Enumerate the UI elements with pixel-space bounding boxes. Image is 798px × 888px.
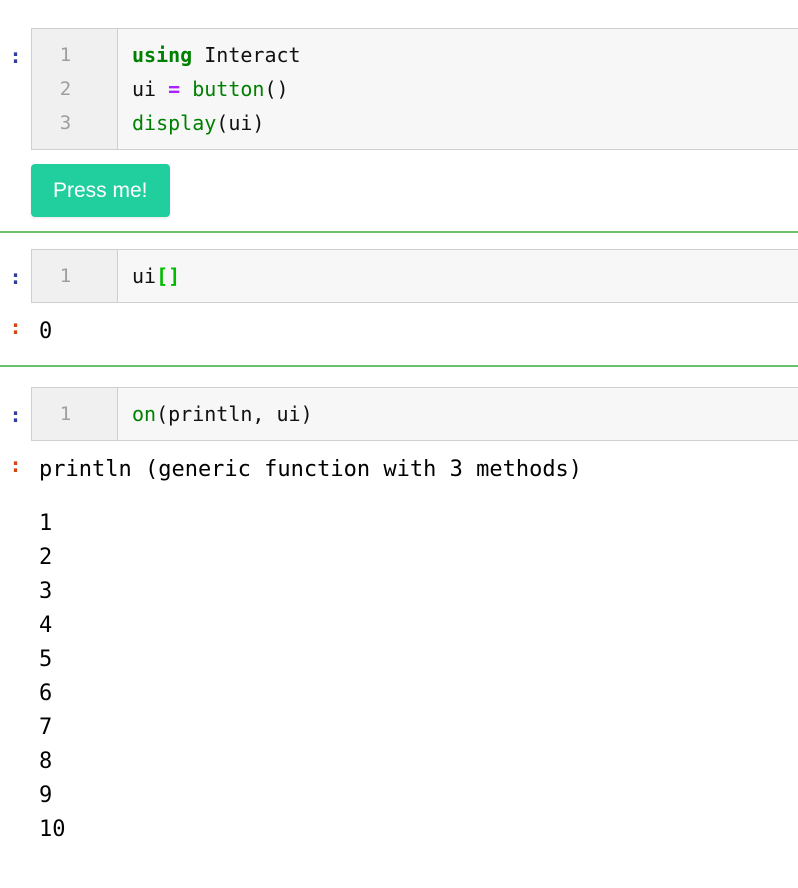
code-line: display(ui) (132, 106, 798, 140)
code-token-keyword: using (132, 43, 193, 67)
stream-line: 9 (39, 783, 53, 808)
line-number: 1 (59, 265, 72, 287)
notebook-cell-3: : 1 on(println, ui) : println (generic f… (0, 387, 798, 847)
code-token-plain: (println, ui) (156, 402, 313, 426)
stream-line: 5 (39, 647, 53, 672)
stream-line: 8 (39, 749, 53, 774)
top-spacer (0, 0, 798, 28)
cell-3-output-row: : println (generic function with 3 metho… (0, 453, 798, 487)
cell-3-line-number-gutter: 1 (32, 388, 118, 440)
cell-3-stream-row: 1 2 3 4 5 6 7 8 9 10 (0, 507, 798, 847)
cell-2-output-row: : 0 (0, 315, 798, 349)
line-number: 1 (59, 403, 72, 425)
cell-2-output-spacer (0, 303, 798, 315)
cell-3-output-spacer (0, 441, 798, 453)
cell-2-top-spacer (0, 233, 798, 249)
line-number: 1 (59, 44, 72, 66)
code-line: ui[] (132, 259, 798, 293)
code-token-operator: = (168, 77, 181, 101)
cell-1-input-row: : 1 2 3 using Interact ui = button() dis… (0, 28, 798, 150)
code-line: ui = button() (132, 72, 798, 106)
stream-line: 3 (39, 579, 53, 604)
cell-2-code-editor[interactable]: 1 ui[] (31, 249, 798, 303)
cell-3-code-editor[interactable]: 1 on(println, ui) (31, 387, 798, 441)
cell-1-code-editor[interactable]: 1 2 3 using Interact ui = button() displ… (31, 28, 798, 150)
line-number: 2 (59, 78, 72, 100)
code-token-plain: (ui) (216, 111, 265, 135)
stream-line: 10 (39, 817, 66, 842)
cell-2-line-number-gutter: 1 (32, 250, 118, 302)
cell-2-bottom-spacer (0, 349, 798, 365)
code-token-function: display (132, 111, 217, 135)
stream-line: 2 (39, 545, 53, 570)
press-me-button[interactable]: Press me! (31, 164, 170, 217)
cell-3-stream-body: 1 2 3 4 5 6 7 8 9 10 (31, 507, 798, 847)
cell-2-output-prompt: : (9, 315, 22, 339)
cell-2-input-prompt: : (9, 265, 22, 289)
code-token-bracket: [] (156, 264, 181, 288)
cell-2-result-text: 0 (39, 319, 53, 344)
cell-3-input-prompt: : (9, 403, 22, 427)
cell-2-output-body: 0 (31, 315, 798, 349)
cell-3-input-row: : 1 on(println, ui) (0, 387, 798, 441)
code-line: using Interact (132, 38, 798, 72)
code-token-plain: ui (132, 264, 157, 288)
cell-2-input-row: : 1 ui[] (0, 249, 798, 303)
stream-line: 4 (39, 613, 53, 638)
line-number: 3 (59, 112, 72, 134)
code-token-plain: Interact (192, 43, 301, 67)
cell-1-line-number-gutter: 1 2 3 (32, 29, 118, 149)
cell-3-code-area[interactable]: on(println, ui) (118, 388, 798, 440)
cell-3-result-text: println (generic function with 3 methods… (39, 457, 583, 482)
code-token-plain: () (264, 77, 289, 101)
cell-2-code-area[interactable]: ui[] (118, 250, 798, 302)
notebook-document: : 1 2 3 using Interact ui = button() dis… (0, 0, 798, 888)
code-line: on(println, ui) (132, 397, 798, 431)
notebook-cell-1: : 1 2 3 using Interact ui = button() dis… (0, 28, 798, 231)
code-token-function: button (192, 77, 265, 101)
notebook-cell-2: : 1 ui[] : 0 (0, 249, 798, 349)
code-token-function: on (132, 402, 157, 426)
stream-line: 1 (39, 511, 53, 536)
cell-3-stream-spacer (0, 487, 798, 507)
cell-3-output-body: println (generic function with 3 methods… (31, 453, 798, 487)
stream-line: 7 (39, 715, 53, 740)
cell-1-input-prompt: : (9, 44, 22, 68)
cell-3-top-spacer (0, 367, 798, 387)
cell-3-output-prompt: : (9, 453, 22, 477)
cell-1-code-area[interactable]: using Interact ui = button() display(ui) (118, 29, 798, 149)
stream-line: 6 (39, 681, 53, 706)
cell-1-widget-output: Press me! (0, 150, 798, 231)
code-token-plain: ui (132, 77, 169, 101)
